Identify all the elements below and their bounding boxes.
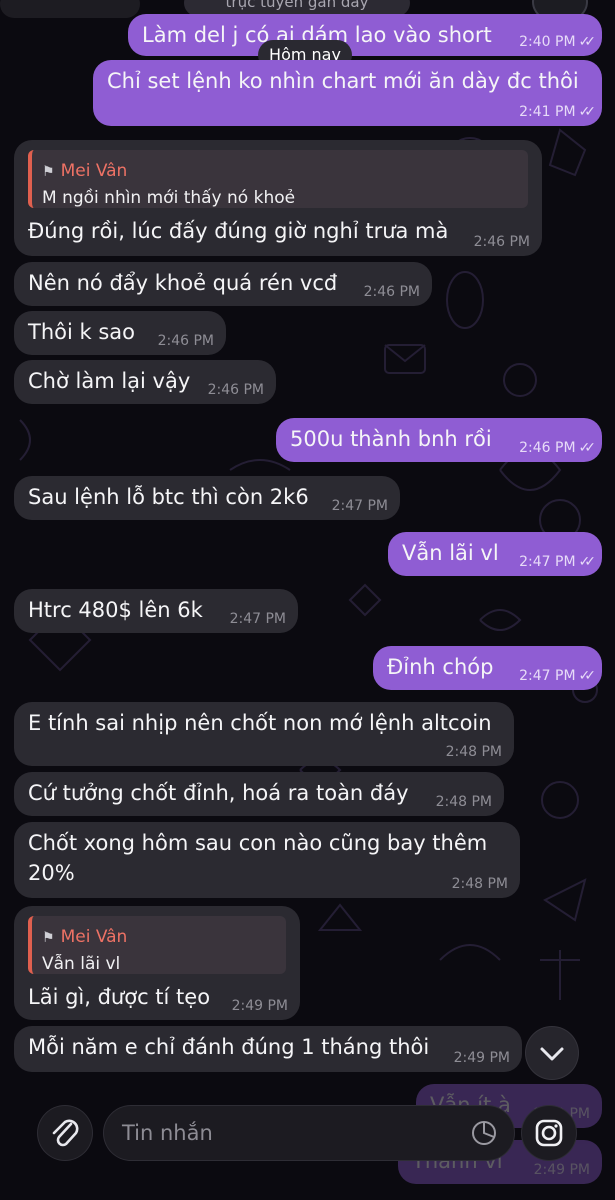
sticker-icon[interactable]	[470, 1119, 498, 1147]
message-text: Vẫn lãi vl	[402, 541, 499, 565]
reply-text: M ngồi nhìn mới thấy nó khoẻ	[42, 188, 296, 208]
message-time: 2:49 PM	[533, 1162, 590, 1178]
double-check-icon: ✓✓	[578, 104, 597, 120]
message-bubble-incoming[interactable]: Chốt xong hôm sau con nào cũng bay thêm …	[14, 822, 520, 898]
message-text: Chờ làm lại vậy	[28, 369, 191, 393]
reply-author: Mei Vân	[60, 161, 128, 181]
message-bubble-incoming[interactable]: Chờ làm lại vậy 2:46 PM	[14, 360, 276, 404]
message-time: 2:47 PM	[229, 611, 286, 627]
message-text: Cứ tưởng chốt đỉnh, hoá ra toàn đáy	[28, 781, 409, 805]
paperclip-icon	[52, 1119, 79, 1147]
double-check-icon: ✓✓	[578, 34, 597, 50]
message-text: 500u thành bnh rồi	[290, 427, 492, 451]
message-time: 2:47 PM	[331, 498, 388, 514]
message-bubble-incoming[interactable]: Nên nó đẩy khoẻ quá rén vcđ 2:46 PM	[14, 262, 432, 306]
message-time: 2:49 PM	[231, 998, 288, 1014]
message-bubble-incoming[interactable]: Htrc 480$ lên 6k 2:47 PM	[14, 589, 298, 633]
reply-quote[interactable]: ⚑ Mei Vân M ngồi nhìn mới thấy nó khoẻ	[28, 150, 528, 208]
message-time: 2:46 PM	[157, 333, 214, 349]
attach-button[interactable]	[38, 1106, 92, 1160]
message-bubble-outgoing[interactable]: Làm del j có ai dám lao vào short 2:40 P…	[128, 14, 602, 56]
message-bubble-incoming[interactable]: Cứ tưởng chốt đỉnh, hoá ra toàn đáy 2:48…	[14, 772, 504, 816]
instagram-camera-icon	[535, 1119, 563, 1147]
message-text: E tính sai nhịp nên chốt non mớ lệnh alt…	[28, 711, 492, 735]
message-time: 2:46 PM	[363, 284, 420, 300]
message-text: Htrc 480$ lên 6k	[28, 598, 203, 622]
message-time: 2:46 PM	[519, 440, 576, 456]
message-bubble-incoming[interactable]: ⚑ Mei Vân M ngồi nhìn mới thấy nó khoẻ Đú…	[14, 140, 542, 256]
message-bubble-outgoing[interactable]: Chỉ set lệnh ko nhìn chart mới ăn dày đc…	[93, 60, 602, 126]
message-text: Mỗi năm e chỉ đánh đúng 1 tháng thôi	[28, 1035, 430, 1059]
message-text: Đỉnh chóp	[387, 655, 494, 679]
message-bubble-incoming[interactable]: Mỗi năm e chỉ đánh đúng 1 tháng thôi 2:4…	[14, 1026, 522, 1072]
message-input[interactable]: Tin nhắn	[104, 1106, 514, 1160]
double-check-icon: ✓✓	[578, 440, 597, 456]
reply-sticker-icon: ⚑	[42, 930, 55, 946]
reply-author: Mei Vân	[60, 927, 128, 947]
message-text: Sau lệnh lỗ btc thì còn 2k6	[28, 485, 309, 509]
back-button[interactable]	[0, 0, 140, 18]
message-time: 2:47 PM	[519, 554, 576, 570]
message-bubble-outgoing[interactable]: 500u thành bnh rồi 2:46 PM ✓✓	[276, 418, 602, 462]
message-bubble-incoming[interactable]: Sau lệnh lỗ btc thì còn 2k6 2:47 PM	[14, 476, 400, 520]
message-text: Đúng rồi, lúc đấy đúng giờ nghỉ trưa mà	[28, 219, 449, 243]
message-time: 2:48 PM	[445, 744, 502, 760]
message-text: Chỉ set lệnh ko nhìn chart mới ăn dày đc…	[107, 69, 579, 93]
message-bubble-incoming[interactable]: E tính sai nhịp nên chốt non mớ lệnh alt…	[14, 702, 514, 766]
message-time: 2:48 PM	[451, 876, 508, 892]
camera-button[interactable]	[522, 1106, 576, 1160]
message-text: Chốt xong hôm sau con nào cũng bay thêm …	[28, 831, 488, 885]
message-bubble-outgoing[interactable]: Đỉnh chóp 2:47 PM ✓✓	[373, 646, 602, 690]
message-time: 2:48 PM	[435, 794, 492, 810]
message-text: Nên nó đẩy khoẻ quá rén vcđ	[28, 271, 338, 295]
message-time: 2:40 PM	[519, 34, 576, 50]
message-text: Lãi gì, được tí tẹo	[28, 985, 211, 1009]
message-time: 2:46 PM	[473, 234, 530, 250]
message-bubble-outgoing[interactable]: Vẫn lãi vl 2:47 PM ✓✓	[388, 532, 602, 576]
message-input-placeholder: Tin nhắn	[122, 1121, 213, 1145]
message-time: 2:46 PM	[207, 382, 264, 398]
double-check-icon: ✓✓	[578, 668, 597, 684]
reply-quote[interactable]: ⚑ Mei Vân Vẫn lãi vl	[28, 916, 286, 974]
chevron-down-icon	[540, 1047, 564, 1061]
double-check-icon: ✓✓	[578, 554, 597, 570]
reply-sticker-icon: ⚑	[42, 164, 55, 180]
scroll-down-button[interactable]	[526, 1027, 578, 1079]
message-time: 2:49 PM	[453, 1050, 510, 1066]
message-time: 2:47 PM	[519, 668, 576, 684]
message-time: 2:41 PM	[519, 104, 576, 120]
message-text: Thôi k sao	[28, 320, 135, 344]
reply-text: Vẫn lãi vl	[42, 954, 121, 974]
message-bubble-incoming[interactable]: ⚑ Mei Vân Vẫn lãi vl Lãi gì, được tí tẹo …	[14, 906, 300, 1020]
message-bubble-incoming[interactable]: Thôi k sao 2:46 PM	[14, 311, 226, 355]
